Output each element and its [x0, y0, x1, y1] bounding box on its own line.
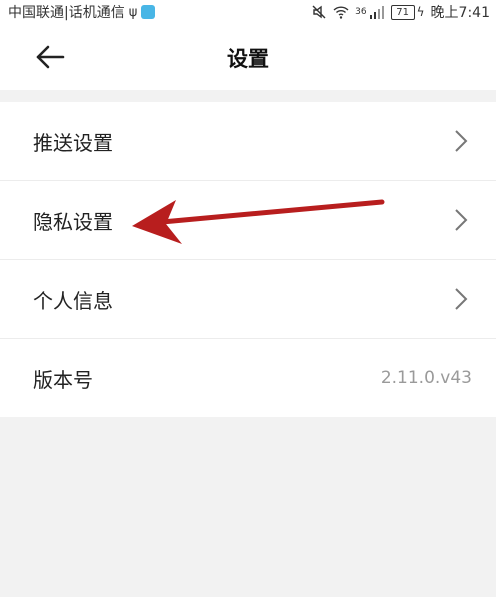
- charging-icon: ϟ: [416, 5, 425, 19]
- menu-item-label: 隐私设置: [33, 209, 113, 234]
- status-left: 中国联通|话机通信 ψ: [8, 2, 156, 22]
- usb-icon: ψ: [128, 4, 138, 20]
- app-bar: 设置: [0, 24, 496, 90]
- menu-item-version: 版本号 2.11.0.v43: [0, 339, 496, 417]
- menu-item-label: 版本号: [33, 367, 93, 392]
- page-title: 设置: [227, 47, 269, 71]
- menu-item-label: 推送设置: [33, 130, 113, 155]
- menu-item-push-settings[interactable]: 推送设置: [0, 102, 496, 181]
- app-notification-icon: [141, 5, 156, 19]
- status-right: 36 71 ϟ 晚上7:41: [311, 2, 490, 22]
- battery-level: 71: [396, 6, 409, 18]
- carrier-label: 中国联通|话机通信: [8, 5, 125, 21]
- settings-menu: 推送设置 隐私设置 个人信息 版本号 2.11.0.v43: [0, 102, 496, 417]
- version-value: 2.11.0.v43: [380, 368, 472, 388]
- menu-item-personal-info[interactable]: 个人信息: [0, 260, 496, 339]
- signal-icon: [369, 4, 385, 20]
- network-type-label: 36: [355, 7, 367, 17]
- wifi-icon: [333, 4, 349, 20]
- section-gap: [0, 90, 496, 102]
- menu-item-label: 个人信息: [33, 288, 113, 313]
- chevron-right-icon: [455, 130, 468, 152]
- clock: 晚上7:41: [430, 5, 490, 21]
- mute-icon: [311, 4, 327, 20]
- status-bar: 中国联通|话机通信 ψ 36 71 ϟ 晚上7:41: [0, 0, 496, 24]
- menu-item-privacy-settings[interactable]: 隐私设置: [0, 181, 496, 260]
- battery-icon: 71: [390, 4, 415, 20]
- chevron-right-icon: [455, 288, 468, 310]
- chevron-right-icon: [455, 209, 468, 231]
